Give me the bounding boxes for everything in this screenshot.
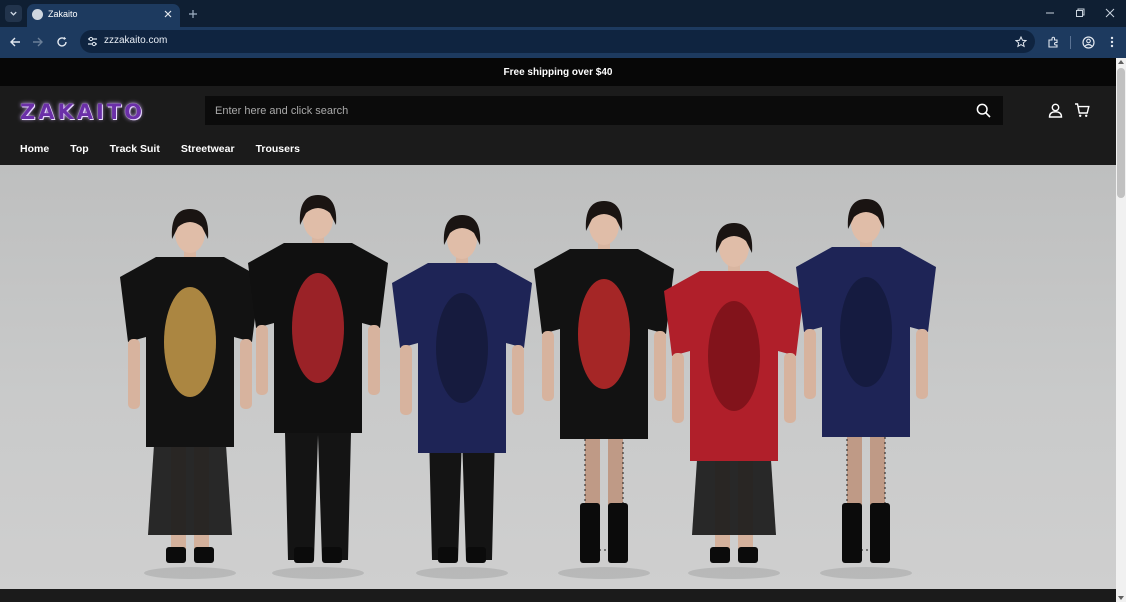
close-icon[interactable] bbox=[162, 8, 174, 20]
window-close-icon[interactable] bbox=[1103, 6, 1117, 20]
plus-icon[interactable] bbox=[186, 7, 200, 21]
extensions-icon[interactable] bbox=[1045, 34, 1061, 50]
model-3-shoe-right bbox=[466, 547, 486, 563]
model-3-shirt-print bbox=[436, 293, 488, 403]
model-2-arm-right bbox=[368, 325, 380, 395]
url-text: zzzakaito.com bbox=[104, 35, 168, 46]
hero-banner[interactable] bbox=[0, 165, 1116, 589]
model-2-shirt-print bbox=[292, 273, 344, 383]
model-5-arm-right bbox=[784, 353, 796, 423]
model-2-arm-left bbox=[256, 325, 268, 395]
model-5-shoe-left bbox=[710, 547, 730, 563]
model-6-arm-left bbox=[804, 329, 816, 399]
nav-item-track-suit[interactable]: Track Suit bbox=[110, 143, 160, 159]
model-6-shadow bbox=[820, 567, 912, 579]
nav-item-trousers[interactable]: Trousers bbox=[256, 143, 300, 159]
star-icon[interactable] bbox=[1014, 35, 1027, 48]
tab-search-icon[interactable] bbox=[5, 5, 22, 22]
minimize-icon[interactable] bbox=[1043, 6, 1057, 20]
search-icon[interactable] bbox=[975, 102, 992, 119]
search-input[interactable] bbox=[215, 96, 955, 125]
model-4-shadow bbox=[558, 567, 650, 579]
model-2-shadow bbox=[272, 567, 364, 579]
site-header: ZAKAITO Home Top Track Suit Streetwear T… bbox=[0, 86, 1116, 166]
kebab-menu-icon[interactable] bbox=[1104, 34, 1120, 50]
profile-icon[interactable] bbox=[1080, 34, 1096, 50]
model-6-shoe-right bbox=[870, 503, 890, 563]
model-1-shirt-print bbox=[164, 287, 216, 397]
model-6-arm-right bbox=[916, 329, 928, 399]
forward-icon[interactable] bbox=[30, 34, 46, 50]
model-1-shoe-left bbox=[166, 547, 186, 563]
model-5-shadow bbox=[688, 567, 780, 579]
model-4-arm-right bbox=[654, 331, 666, 401]
model-1-arm-left bbox=[128, 339, 140, 409]
page-viewport: Free shipping over $40 ZAKAITO Home Top … bbox=[0, 58, 1116, 602]
model-4-arm-left bbox=[542, 331, 554, 401]
reload-icon[interactable] bbox=[54, 34, 70, 50]
nav-item-top[interactable]: Top bbox=[70, 143, 88, 159]
nav-item-streetwear[interactable]: Streetwear bbox=[181, 143, 235, 159]
scroll-down-icon[interactable] bbox=[1118, 596, 1124, 600]
browser-toolbar: zzzakaito.com bbox=[0, 27, 1126, 58]
hero-image bbox=[120, 195, 936, 579]
model-1-shadow bbox=[144, 567, 236, 579]
restore-icon[interactable] bbox=[1073, 6, 1087, 20]
cart-icon[interactable] bbox=[1073, 101, 1091, 119]
model-6-shirt-print bbox=[840, 277, 892, 387]
section-divider bbox=[0, 589, 1116, 602]
search-bar bbox=[205, 96, 1003, 125]
model-1-arm-right bbox=[240, 339, 252, 409]
tab-title: Zakaito bbox=[48, 9, 78, 19]
model-5-shoe-right bbox=[738, 547, 758, 563]
model-6-shoe-left bbox=[842, 503, 862, 563]
scroll-up-icon[interactable] bbox=[1118, 60, 1124, 64]
account-icon[interactable] bbox=[1047, 102, 1064, 119]
model-4-shoe-right bbox=[608, 503, 628, 563]
main-nav: Home Top Track Suit Streetwear Trousers bbox=[20, 143, 321, 159]
model-2-shoe-right bbox=[322, 547, 342, 563]
model-2-shoe-left bbox=[294, 547, 314, 563]
model-5-shirt-print bbox=[708, 301, 760, 411]
model-3-shadow bbox=[416, 567, 508, 579]
browser-tab[interactable]: Zakaito bbox=[27, 4, 180, 27]
browser-tab-strip: Zakaito bbox=[0, 0, 1126, 27]
announcement-text: Free shipping over $40 bbox=[503, 66, 613, 78]
favicon-icon bbox=[32, 9, 43, 20]
address-bar[interactable]: zzzakaito.com bbox=[80, 30, 1035, 53]
model-3-arm-right bbox=[512, 345, 524, 415]
back-icon[interactable] bbox=[7, 34, 23, 50]
toolbar-divider bbox=[1070, 36, 1071, 49]
model-4-shoe-left bbox=[580, 503, 600, 563]
model-3-arm-left bbox=[400, 345, 412, 415]
scrollbar-thumb[interactable] bbox=[1117, 68, 1125, 198]
model-4-shirt-print bbox=[578, 279, 630, 389]
site-info-icon[interactable] bbox=[86, 35, 99, 48]
page-scrollbar[interactable] bbox=[1116, 58, 1126, 602]
nav-item-home[interactable]: Home bbox=[20, 143, 49, 159]
announcement-bar: Free shipping over $40 bbox=[0, 58, 1116, 86]
model-5-arm-left bbox=[672, 353, 684, 423]
model-3-shoe-left bbox=[438, 547, 458, 563]
model-1-shoe-right bbox=[194, 547, 214, 563]
site-logo[interactable]: ZAKAITO bbox=[20, 100, 145, 124]
